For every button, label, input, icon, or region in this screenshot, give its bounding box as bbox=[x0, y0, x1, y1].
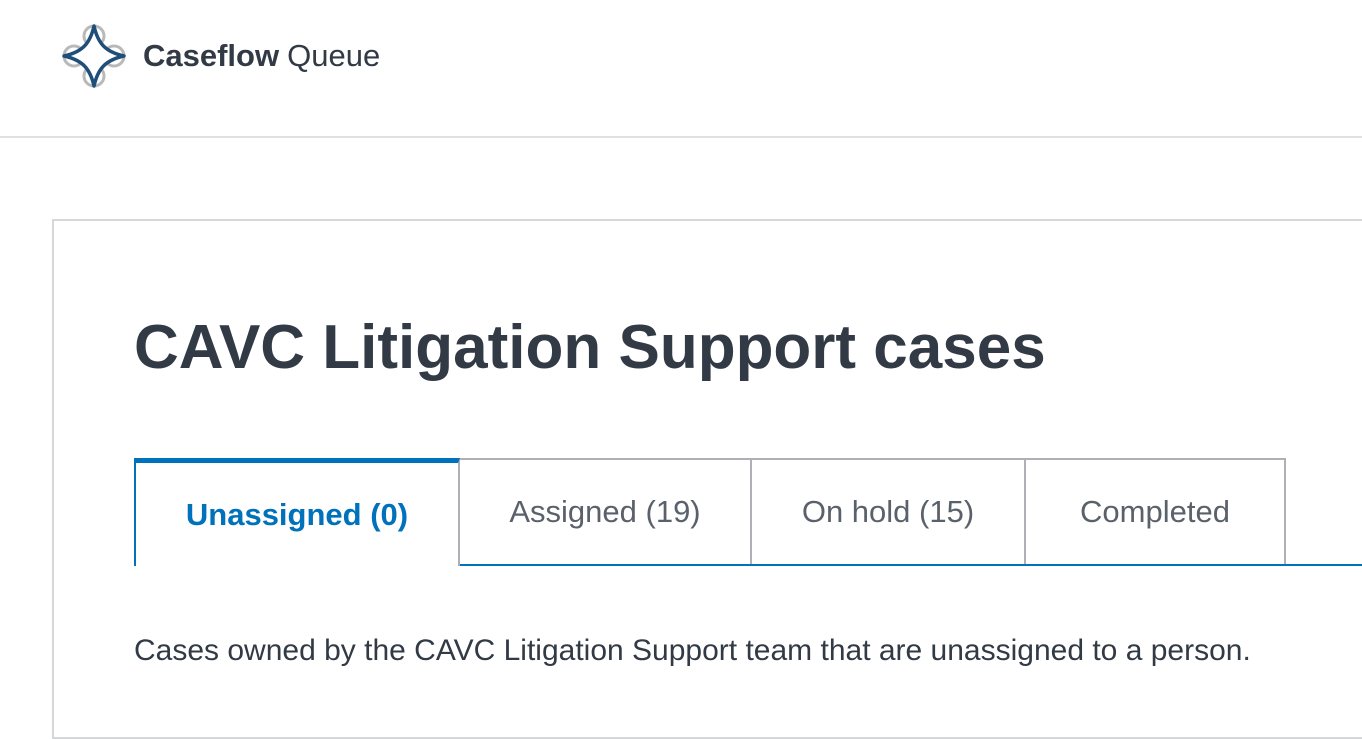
tab-assigned[interactable]: Assigned (19) bbox=[458, 458, 752, 564]
tab-description: Cases owned by the CAVC Litigation Suppo… bbox=[134, 634, 1251, 667]
caseflow-logo-icon[interactable] bbox=[60, 22, 128, 90]
tab-on-hold[interactable]: On hold (15) bbox=[750, 458, 1026, 564]
brand-title[interactable]: Caseflow Queue bbox=[143, 36, 380, 76]
queue-tabs: Unassigned (0) Assigned (19) On hold (15… bbox=[134, 458, 1362, 566]
tab-label: Assigned (19) bbox=[509, 494, 701, 529]
top-navigation-bar: Caseflow Queue bbox=[0, 0, 1362, 138]
page-title: CAVC Litigation Support cases bbox=[134, 313, 1046, 382]
tab-label: Completed bbox=[1080, 494, 1230, 529]
tab-label: On hold (15) bbox=[801, 494, 975, 529]
tab-completed[interactable]: Completed bbox=[1024, 458, 1286, 564]
tab-unassigned[interactable]: Unassigned (0) bbox=[134, 458, 460, 566]
tab-label: Unassigned (0) bbox=[185, 496, 409, 532]
app-name: Caseflow bbox=[143, 38, 280, 73]
app-section-name: Queue bbox=[287, 38, 381, 73]
